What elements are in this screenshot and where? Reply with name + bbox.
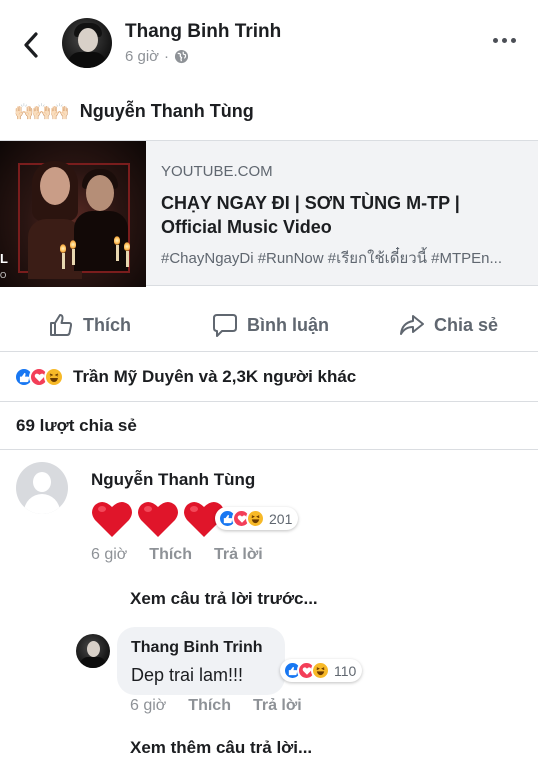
link-description: #ChayNgayDi #RunNow #เรียกใช้เดี๋ยวนี้ #…: [161, 250, 503, 267]
author-avatar[interactable]: [62, 18, 112, 68]
heart-icon: [92, 501, 132, 537]
like-button[interactable]: Thích: [48, 312, 131, 338]
share-count[interactable]: 69 lượt chia sẻ: [16, 416, 137, 436]
thumbnail-edge-text: L: [0, 251, 8, 266]
reply-bubble: Thang Binh Trinh Dep trai lam!!!: [117, 627, 285, 695]
link-domain: YOUTUBE.COM: [161, 163, 273, 180]
commenter-avatar[interactable]: [16, 462, 68, 514]
comment-button[interactable]: Bình luận: [212, 312, 329, 338]
link-title[interactable]: CHẠY NGAY ĐI | SƠN TÙNG M-TP | Official …: [161, 191, 521, 239]
comment-reply-link[interactable]: Trả lời: [214, 546, 263, 564]
video-thumbnail[interactable]: L O: [0, 141, 146, 287]
post-meta: 6 giờ ·: [125, 48, 189, 65]
comment-time: 6 giờ: [91, 546, 128, 563]
reply-text: Dep trai lam!!!: [131, 665, 244, 685]
divider: [0, 449, 538, 450]
haha-reaction-icon: [311, 661, 330, 680]
comment-reaction-count: 201: [269, 510, 293, 527]
post-body: 🙌🏻🙌🏻🙌🏻 Nguyễn Thanh Tùng: [14, 101, 254, 122]
reply-reactions[interactable]: 110: [280, 659, 363, 682]
like-label: Thích: [83, 314, 131, 335]
post-text: Nguyễn Thanh Tùng: [79, 101, 254, 121]
more-horizontal-icon: [493, 38, 498, 43]
post-action-bar: Thích Bình luận Chia sẻ: [0, 300, 538, 352]
more-options-button[interactable]: [493, 38, 516, 43]
reactions-summary[interactable]: Trần Mỹ Duyên và 2,3K người khác: [14, 367, 356, 387]
comment-author-name[interactable]: Nguyễn Thanh Tùng: [91, 470, 255, 490]
comment-emoji-hearts: [90, 497, 226, 539]
comment-icon: [213, 314, 237, 337]
comment-reactions[interactable]: 201: [215, 507, 299, 530]
thumbnail-edge-subtext: O: [0, 271, 7, 280]
reply-author-name[interactable]: Thang Binh Trinh: [131, 639, 263, 657]
link-preview-card[interactable]: L O YOUTUBE.COM CHẠY NGAY ĐI | SƠN TÙNG …: [0, 140, 538, 287]
haha-reaction-icon: [246, 509, 265, 528]
haha-reaction-icon: [44, 367, 64, 387]
post-timestamp[interactable]: 6 giờ: [125, 48, 159, 65]
comment-label: Bình luận: [247, 314, 329, 335]
reaction-icons: [14, 367, 64, 387]
see-previous-replies-link[interactable]: Xem câu trả lời trước...: [130, 589, 318, 609]
back-button[interactable]: [16, 28, 46, 62]
reply-reaction-count: 110: [334, 662, 357, 679]
reply-reply-link[interactable]: Trả lời: [253, 697, 302, 715]
meta-separator: ·: [164, 48, 170, 65]
share-icon: [400, 315, 424, 335]
heart-icon: [138, 501, 178, 537]
reply-like-link[interactable]: Thích: [188, 697, 231, 715]
globe-icon: [174, 49, 189, 64]
reply-time: 6 giờ: [130, 697, 167, 714]
see-more-replies-link[interactable]: Xem thêm câu trả lời...: [130, 738, 312, 758]
reactions-summary-text[interactable]: Trần Mỹ Duyên và 2,3K người khác: [73, 367, 356, 387]
share-label: Chia sẻ: [434, 314, 499, 335]
divider: [0, 401, 538, 402]
thumbs-up-icon: [50, 314, 73, 336]
comment-meta: 6 giờ Thích Trả lời: [91, 546, 263, 564]
raising-hands-emoji: 🙌🏻🙌🏻🙌🏻: [14, 103, 70, 121]
post-header: Thang Binh Trinh 6 giờ ·: [0, 0, 538, 90]
comment-like-link[interactable]: Thích: [149, 546, 192, 564]
reply-meta: 6 giờ Thích Trả lời: [130, 697, 302, 715]
reply-author-avatar[interactable]: [76, 634, 110, 668]
chevron-left-icon: [24, 32, 38, 58]
author-name[interactable]: Thang Binh Trinh: [125, 21, 281, 43]
share-button[interactable]: Chia sẻ: [399, 312, 498, 338]
